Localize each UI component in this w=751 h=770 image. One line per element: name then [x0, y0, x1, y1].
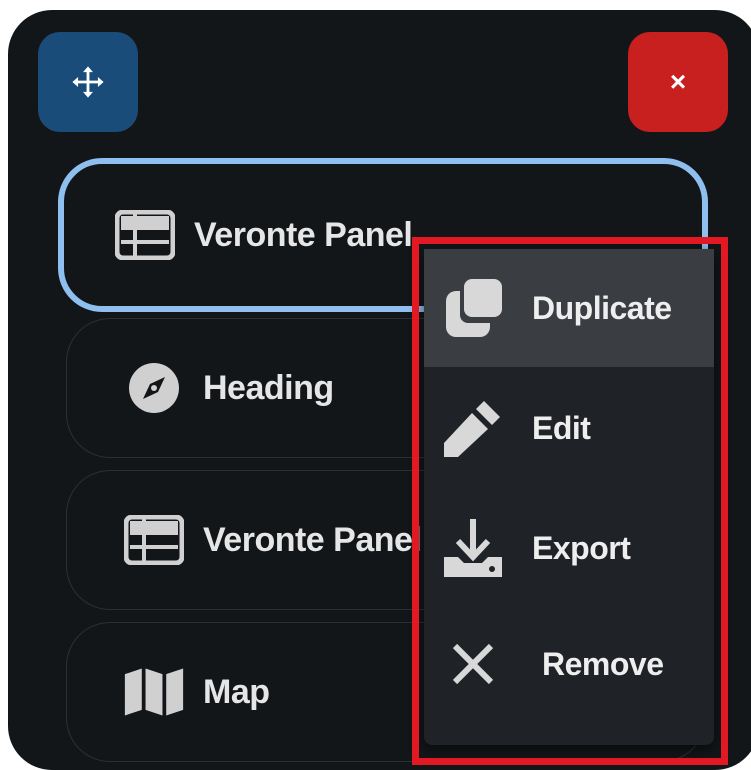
table-list-icon — [114, 209, 176, 261]
widget-item-label: Veronte Panel — [203, 520, 422, 559]
map-icon — [123, 666, 185, 718]
move-icon — [72, 66, 104, 98]
table-list-icon — [123, 514, 185, 566]
close-widget-button[interactable]: × — [628, 32, 728, 132]
widget-item-label: Veronte Panel — [194, 215, 413, 254]
close-icon: × — [669, 66, 687, 97]
widget-item-label: Map — [203, 672, 270, 711]
widget-item-label: Heading — [203, 368, 334, 407]
highlight-outline — [412, 237, 728, 765]
move-button[interactable] — [38, 32, 138, 132]
compass-icon — [123, 362, 185, 414]
